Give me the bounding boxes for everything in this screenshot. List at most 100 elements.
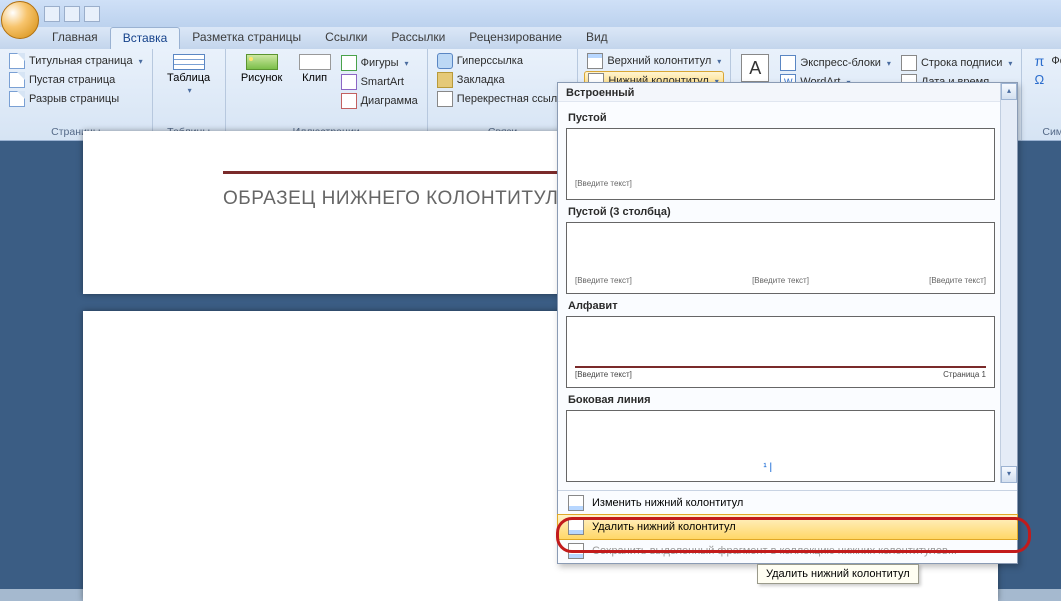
textbox-icon: A — [741, 54, 769, 82]
ribbon-tabs: Главная Вставка Разметка страницы Ссылки… — [0, 27, 1061, 49]
gallery-scrollbar[interactable]: ▴ ▾ — [1000, 83, 1017, 483]
signature-button[interactable]: Строка подписи ▾ — [898, 54, 1015, 72]
cursor-indicator: ¹ | — [763, 462, 772, 473]
pi-icon: π — [1031, 53, 1047, 69]
table-icon — [173, 54, 205, 70]
quickparts-button[interactable]: Экспресс-блоки ▾ — [777, 54, 894, 72]
chevron-down-icon: ▾ — [137, 57, 143, 66]
symbol-button[interactable]: Ω — [1028, 71, 1061, 89]
scroll-down-icon[interactable]: ▾ — [1001, 466, 1017, 483]
page-break-icon — [9, 91, 25, 107]
label: Пустая страница — [29, 74, 115, 86]
chevron-down-icon: ▾ — [715, 57, 721, 66]
qat-save-icon[interactable] — [44, 6, 60, 22]
label: Изменить нижний колонтитул — [592, 497, 743, 509]
clip-icon — [299, 54, 331, 70]
blank-page-button[interactable]: Пустая страница — [6, 71, 146, 89]
gallery-item-empty3[interactable]: [Введите текст] [Введите текст] [Введите… — [566, 222, 995, 294]
label: Верхний колонтитул — [607, 55, 711, 67]
header-button[interactable]: Верхний колонтитул ▾ — [584, 52, 724, 70]
tab-mailings[interactable]: Рассылки — [379, 27, 457, 49]
tab-page-layout[interactable]: Разметка страницы — [180, 27, 313, 49]
cover-page-button[interactable]: Титульная страница ▾ — [6, 52, 146, 70]
crossref-icon — [437, 91, 453, 107]
annotation-red-ring — [556, 517, 1031, 553]
label: Рисунок — [241, 72, 283, 84]
shapes-icon — [341, 55, 357, 71]
label: Титульная страница — [29, 55, 133, 67]
tooltip-text: Удалить нижний колонтитул — [757, 564, 919, 584]
label: Форм — [1051, 55, 1061, 67]
header-icon — [587, 53, 603, 69]
title-bar — [0, 0, 1061, 27]
label: Диаграмма — [361, 95, 418, 107]
chart-button[interactable]: Диаграмма — [338, 92, 421, 110]
formula-button[interactable]: π Форм — [1028, 52, 1061, 70]
label: Закладка — [457, 74, 505, 86]
label: SmartArt — [361, 76, 404, 88]
omega-icon: Ω — [1031, 72, 1047, 88]
tab-references[interactable]: Ссылки — [313, 27, 379, 49]
page-icon — [9, 53, 25, 69]
tab-review[interactable]: Рецензирование — [457, 27, 574, 49]
bookmark-icon — [437, 72, 453, 88]
signature-icon — [901, 55, 917, 71]
smartart-button[interactable]: SmartArt — [338, 73, 421, 91]
shapes-button[interactable]: Фигуры ▾ — [338, 54, 421, 72]
tab-home[interactable]: Главная — [40, 27, 110, 49]
office-button[interactable] — [1, 1, 39, 39]
gallery-item-label: Пустой (3 столбца) — [566, 202, 995, 222]
placeholder-text: [Введите текст] — [575, 179, 632, 188]
table-button[interactable]: Таблица ▾ — [159, 52, 219, 95]
label: Экспресс-блоки — [800, 57, 881, 69]
placeholder-text: [Введите текст] — [929, 276, 986, 285]
label: Строка подписи — [921, 57, 1002, 69]
tab-view[interactable]: Вид — [574, 27, 620, 49]
label: Перекрестная ссылка — [457, 93, 569, 105]
tab-insert[interactable]: Вставка — [110, 27, 181, 49]
chevron-down-icon: ▾ — [186, 86, 192, 95]
crossref-button[interactable]: Перекрестная ссылка — [434, 90, 572, 108]
gallery-item-label: Пустой — [566, 108, 995, 128]
placeholder-text: [Введите текст] — [575, 370, 632, 379]
page-number-text: Страница 1 — [943, 370, 986, 379]
quick-access-toolbar — [44, 3, 100, 25]
label: Клип — [302, 72, 327, 84]
qat-redo-icon[interactable] — [84, 6, 100, 22]
group-label: Симв — [1028, 124, 1061, 140]
group-illustrations: Рисунок Клип Фигуры▾ SmartArt Диаграмма … — [226, 49, 428, 140]
chevron-down-icon: ▾ — [885, 59, 891, 68]
label: Гиперссылка — [457, 55, 523, 67]
gallery-item-empty[interactable]: [Введите текст] — [566, 128, 995, 200]
qat-undo-icon[interactable] — [64, 6, 80, 22]
page-icon — [9, 72, 25, 88]
bookmark-button[interactable]: Закладка — [434, 71, 572, 89]
chevron-down-icon: ▾ — [403, 59, 409, 68]
gallery-item-alphabet[interactable]: [Введите текст] Страница 1 — [566, 316, 995, 388]
footer-gallery: Встроенный Пустой [Введите текст] Пустой… — [557, 82, 1018, 564]
page-break-button[interactable]: Разрыв страницы — [6, 90, 146, 108]
label: Таблица — [167, 72, 210, 84]
label: Фигуры — [361, 57, 399, 69]
placeholder-text: [Введите текст] — [575, 276, 632, 285]
edit-footer-command[interactable]: Изменить нижний колонтитул — [558, 491, 1017, 515]
group-symbols: π Форм Ω Симв — [1022, 49, 1061, 140]
placeholder-text: [Введите текст] — [752, 276, 809, 285]
group-links: Гиперссылка Закладка Перекрестная ссылка… — [428, 49, 579, 140]
edit-footer-icon — [568, 495, 584, 511]
gallery-section-header: Встроенный — [558, 83, 1017, 102]
tooltip: Удалить нижний колонтитул — [757, 564, 919, 584]
group-pages: Титульная страница ▾ Пустая страница Разр… — [0, 49, 153, 140]
gallery-item-label: Боковая линия — [566, 390, 995, 410]
group-tables: Таблица▾ Таблицы — [153, 49, 226, 140]
quickparts-icon — [780, 55, 796, 71]
label: Разрыв страницы — [29, 93, 119, 105]
smartart-icon — [341, 74, 357, 90]
picture-icon — [246, 54, 278, 70]
gallery-item-label: Алфавит — [566, 296, 995, 316]
hyperlink-icon — [437, 53, 453, 69]
scroll-up-icon[interactable]: ▴ — [1001, 83, 1017, 100]
chevron-down-icon: ▾ — [1006, 59, 1012, 68]
hyperlink-button[interactable]: Гиперссылка — [434, 52, 572, 70]
gallery-item-sideline[interactable]: ¹ | — [566, 410, 995, 482]
